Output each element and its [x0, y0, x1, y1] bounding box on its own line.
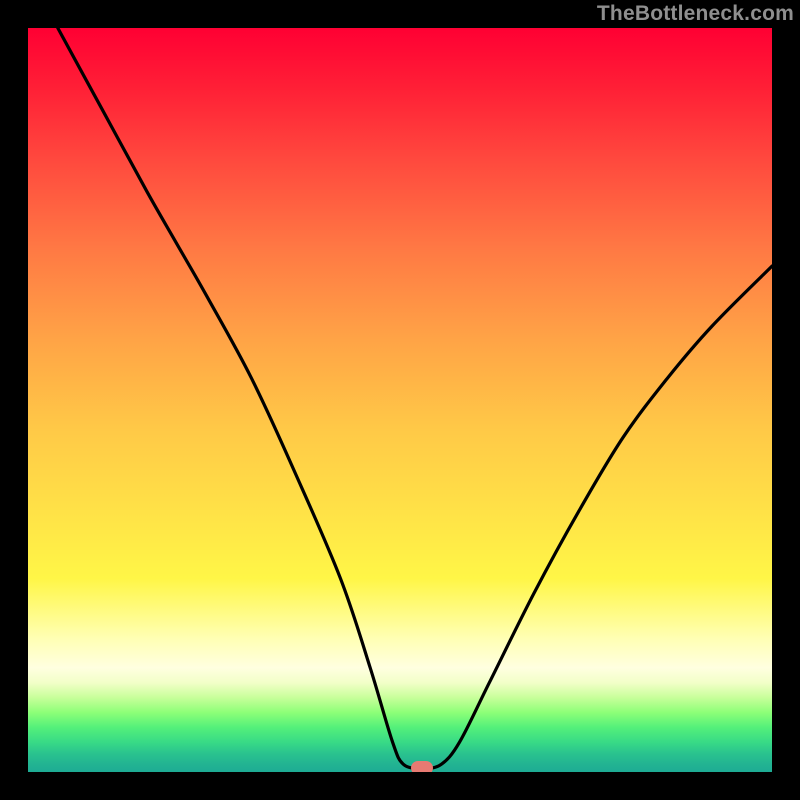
watermark-text: TheBottleneck.com: [597, 2, 794, 26]
plot-area: [28, 28, 772, 772]
bottleneck-curve: [28, 28, 772, 772]
optimum-marker: [411, 761, 433, 772]
chart-frame: TheBottleneck.com: [0, 0, 800, 800]
